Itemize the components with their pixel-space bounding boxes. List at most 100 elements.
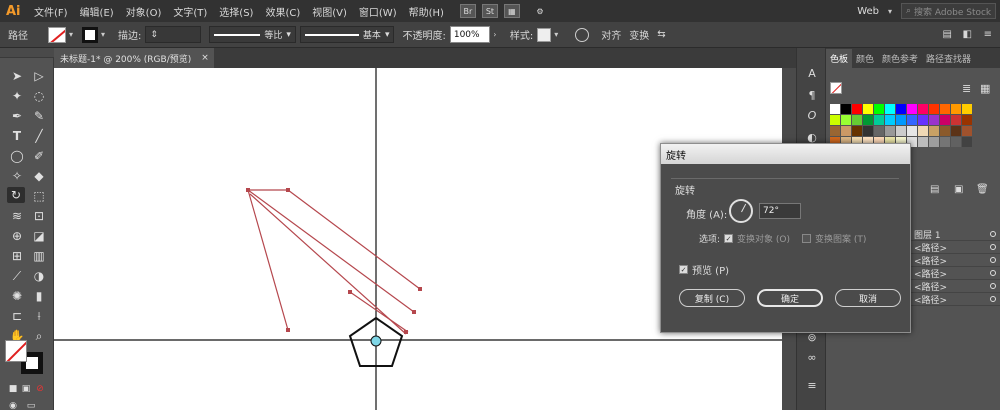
color-swatch[interactable] (907, 115, 917, 125)
path-segment[interactable] (247, 189, 289, 331)
angle-input[interactable]: 72° (759, 203, 801, 219)
stock-button[interactable]: St (481, 4, 498, 18)
menu-file[interactable]: 文件(F) (28, 4, 74, 19)
menu-window[interactable]: 窗口(W) (353, 4, 403, 19)
panel-menu-icon[interactable]: ≡ (980, 29, 996, 40)
document-tab[interactable]: 未标题-1* @ 200% (RGB/预览) × (54, 48, 214, 68)
path-segment[interactable] (349, 291, 409, 333)
dialog-titlebar[interactable]: 旋转 (661, 144, 910, 164)
color-swatch[interactable] (841, 115, 851, 125)
paintbrush-tool-icon[interactable]: ✐ (30, 148, 48, 164)
layer-row[interactable]: 图层 1 (910, 228, 1000, 241)
opacity-label[interactable]: 不透明度: (398, 27, 449, 42)
gradient-tool-icon[interactable]: ▥ (30, 248, 48, 264)
layer-row[interactable]: <路径> (910, 293, 1000, 306)
color-swatch[interactable] (885, 126, 895, 136)
color-swatch[interactable] (951, 137, 961, 147)
panel-menu-icon[interactable]: ▤ (939, 29, 956, 40)
shape-builder-tool-icon[interactable]: ⊕ (8, 228, 26, 244)
color-swatch[interactable] (940, 104, 950, 114)
rotate-tool-icon[interactable]: ↻ (7, 187, 25, 203)
list-view-icon[interactable]: ≣ (962, 82, 971, 95)
tab-color-guide[interactable]: 颜色参考 (878, 49, 922, 68)
recolor-artwork-icon[interactable] (575, 27, 590, 42)
color-swatch[interactable] (874, 126, 884, 136)
path-segment[interactable] (249, 193, 407, 335)
links-panel-icon[interactable]: ∞ (803, 350, 821, 364)
opentype-panel-icon[interactable]: O (803, 108, 821, 122)
color-swatch[interactable] (863, 104, 873, 114)
layer-row[interactable]: <路径> (910, 241, 1000, 254)
free-transform-tool-icon[interactable]: ⊡ (30, 208, 48, 224)
bridge-button[interactable]: Br (459, 4, 476, 18)
color-swatch[interactable] (841, 126, 851, 136)
color-swatch[interactable] (962, 137, 972, 147)
color-swatch[interactable] (951, 126, 961, 136)
color-swatch[interactable] (896, 104, 906, 114)
color-swatch[interactable] (885, 115, 895, 125)
color-swatch[interactable] (874, 104, 884, 114)
copy-button[interactable]: 复制 (C) (679, 289, 745, 307)
color-swatch[interactable] (852, 115, 862, 125)
delete-swatch-icon[interactable]: 🗑 (976, 184, 989, 195)
type-tool-icon[interactable]: T (8, 128, 26, 144)
symbol-sprayer-tool-icon[interactable]: ✺ (8, 288, 26, 304)
target-icon[interactable] (990, 257, 996, 263)
ok-button[interactable]: 确定 (757, 289, 823, 307)
menu-type[interactable]: 文字(T) (167, 4, 213, 19)
target-icon[interactable] (990, 283, 996, 289)
color-swatch[interactable] (830, 126, 840, 136)
color-swatch[interactable] (874, 115, 884, 125)
color-swatch[interactable] (896, 115, 906, 125)
graphic-style-swatch[interactable] (537, 27, 552, 42)
color-swatch[interactable] (885, 104, 895, 114)
artboard-tool-icon[interactable]: ⊏ (8, 308, 26, 324)
warp-tool-icon[interactable]: ≋ (8, 208, 26, 224)
brush-definition[interactable]: 基本 ▾ (299, 26, 395, 43)
layer-row[interactable]: <路径> (910, 280, 1000, 293)
swatch-grid[interactable] (830, 104, 972, 147)
grid-view-icon[interactable]: ▦ (980, 82, 990, 95)
menu-edit[interactable]: 编辑(E) (74, 4, 120, 19)
color-swatch[interactable] (962, 104, 972, 114)
workspace-switcher[interactable]: Web (857, 6, 879, 17)
chevron-down-icon[interactable]: ▾ (98, 30, 108, 39)
close-icon[interactable]: × (201, 53, 209, 63)
color-swatch[interactable] (962, 126, 972, 136)
toolbar-grip[interactable] (0, 48, 54, 58)
angle-dial[interactable] (729, 199, 753, 223)
swatch-library-icon[interactable]: ▤ (930, 184, 939, 195)
color-swatch[interactable] (907, 104, 917, 114)
layer-row[interactable]: <路径> (910, 254, 1000, 267)
new-swatch-icon[interactable]: ▣ (954, 184, 963, 195)
color-swatch[interactable] (863, 115, 873, 125)
magic-wand-tool-icon[interactable]: ✦ (8, 88, 26, 104)
pen-tool-icon[interactable]: ✒ (8, 108, 26, 124)
color-swatch[interactable] (907, 126, 917, 136)
eraser-tool-icon[interactable]: ◆ (30, 168, 48, 184)
color-swatch[interactable] (841, 104, 851, 114)
opacity-input[interactable]: 100% (449, 26, 490, 43)
character-panel-icon[interactable]: A (803, 66, 821, 80)
lasso-tool-icon[interactable]: ◌ (30, 88, 48, 104)
color-swatch[interactable] (830, 104, 840, 114)
selection-tool-icon[interactable]: ➤ (8, 68, 26, 84)
stroke-weight-label[interactable]: 描边: (114, 27, 145, 42)
color-swatch[interactable] (852, 126, 862, 136)
rotated-path-group[interactable] (247, 189, 421, 335)
color-swatch[interactable] (929, 137, 939, 147)
color-swatch[interactable] (951, 104, 961, 114)
color-swatch[interactable] (929, 126, 939, 136)
draw-mode-icon[interactable]: ◉ (4, 398, 22, 410)
menu-help[interactable]: 帮助(H) (403, 4, 450, 19)
color-swatch[interactable] (929, 115, 939, 125)
color-guide-panel-icon[interactable]: ◐ (803, 130, 821, 144)
color-swatch[interactable] (940, 115, 950, 125)
stock-search-input[interactable]: ⌕ 搜索 Adobe Stock (901, 3, 996, 19)
color-swatch[interactable] (940, 126, 950, 136)
chevron-down-icon[interactable]: ▾ (66, 30, 76, 39)
column-graph-tool-icon[interactable]: ▮ (30, 288, 48, 304)
none-swatch[interactable] (830, 82, 842, 94)
mesh-tool-icon[interactable]: ⊞ (8, 248, 26, 264)
menu-select[interactable]: 选择(S) (213, 4, 259, 19)
